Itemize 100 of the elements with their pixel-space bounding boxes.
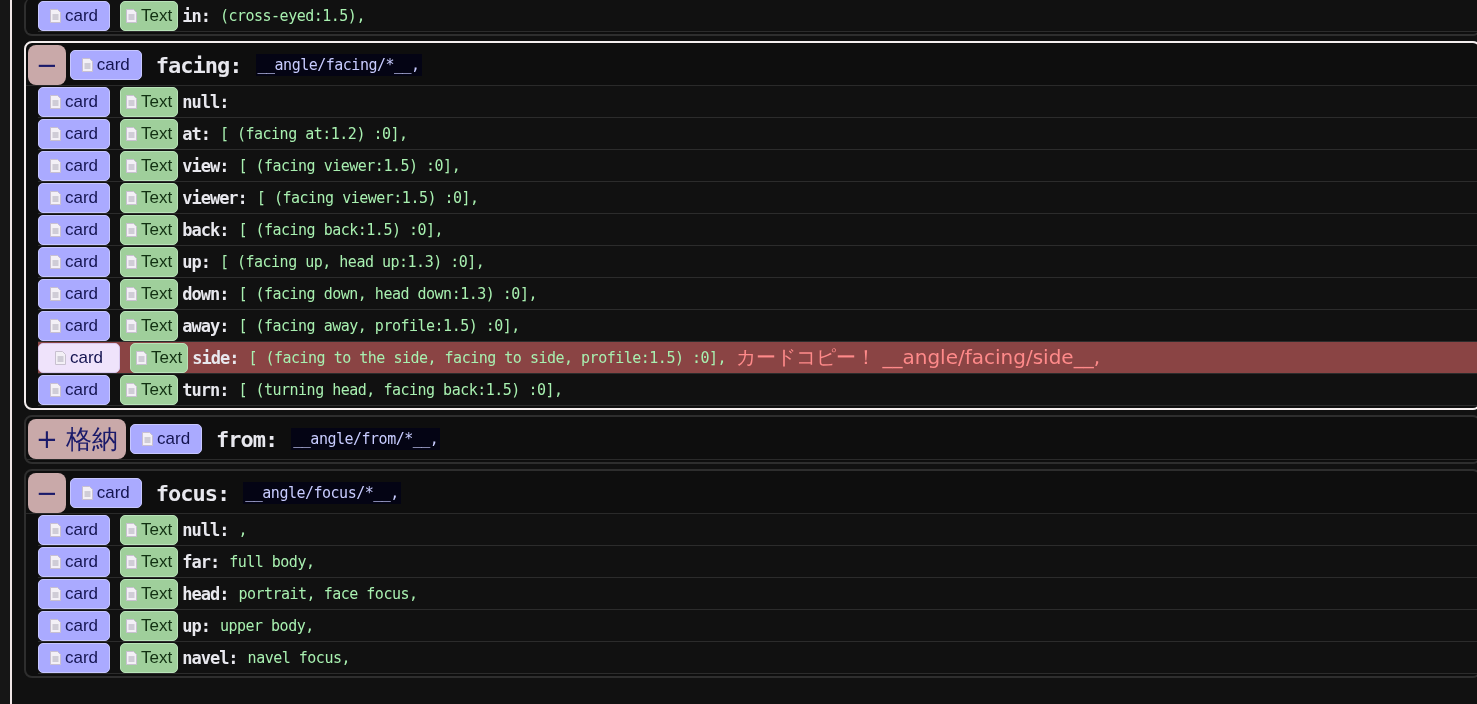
entry-value: [ (facing to the side, facing to side, profile:1.5) :0], — [248, 348, 727, 367]
text-button[interactable]: Text — [120, 578, 179, 609]
card-button[interactable]: card — [38, 578, 110, 609]
document-icon — [54, 350, 66, 365]
card-button[interactable]: card — [38, 546, 110, 577]
document-icon — [49, 382, 61, 397]
toggle-button[interactable]: − — [28, 45, 66, 85]
document-icon — [49, 522, 61, 537]
entry-key: turn: — [182, 379, 229, 400]
document-icon — [49, 158, 61, 173]
card-button[interactable]: card — [38, 374, 110, 405]
entry-value: [ (facing viewer:1.5) :0], — [256, 188, 479, 207]
document-icon — [49, 618, 61, 633]
text-button[interactable]: Text — [120, 118, 179, 149]
document-icon — [126, 554, 137, 569]
document-icon — [126, 158, 137, 173]
card-button[interactable]: card — [38, 118, 110, 149]
entry-value: navel focus, — [247, 648, 350, 667]
card-button[interactable]: card — [130, 424, 203, 454]
entry-value: upper body, — [219, 616, 314, 635]
text-button[interactable]: Text — [120, 86, 179, 117]
text-button[interactable]: Text — [120, 514, 179, 545]
entry-key: null: — [182, 519, 229, 540]
group-path: __angle/facing/*__, — [255, 54, 422, 76]
entry-key: null: — [182, 91, 229, 112]
text-button[interactable]: Text — [120, 150, 179, 181]
text-button[interactable]: Text — [120, 182, 179, 213]
entry-value: [ (facing at:1.2) :0], — [219, 124, 408, 143]
toggle-button[interactable]: + 格納 — [28, 419, 127, 459]
card-button[interactable]: card — [38, 182, 110, 213]
entry-value: [ (facing away, profile:1.5) :0], — [238, 316, 520, 335]
card-button[interactable]: card — [38, 246, 110, 277]
entry-value: (cross-eyed:1.5), — [219, 6, 365, 25]
document-icon — [126, 586, 137, 601]
document-icon — [126, 522, 137, 537]
entry-value: [ (facing up, head up:1.3) :0], — [219, 252, 485, 271]
entry-key: at: — [182, 123, 210, 144]
document-icon — [49, 126, 61, 141]
document-icon — [126, 318, 137, 333]
text-button[interactable]: Text — [120, 246, 179, 277]
text-button[interactable]: Text — [120, 310, 179, 341]
document-icon — [49, 650, 61, 665]
text-button[interactable]: Text — [120, 610, 179, 641]
entry-value: [ (facing viewer:1.5) :0], — [238, 156, 461, 175]
text-button[interactable]: Text — [120, 214, 179, 245]
card-button[interactable]: card — [38, 214, 110, 245]
document-icon — [136, 350, 147, 365]
card-button[interactable]: card — [69, 50, 142, 80]
entry-value: [ (turning head, facing back:1.5) :0], — [238, 380, 563, 399]
entry-key: up: — [182, 251, 210, 272]
card-button[interactable]: card — [38, 0, 110, 31]
document-icon — [126, 254, 137, 269]
document-icon — [126, 286, 137, 301]
document-icon — [126, 650, 137, 665]
document-icon — [81, 486, 93, 500]
entry-value: full body, — [229, 552, 315, 571]
card-button[interactable]: card — [38, 514, 110, 545]
text-button[interactable]: Text — [120, 374, 179, 405]
document-icon — [126, 190, 137, 205]
entry-key: navel: — [182, 647, 238, 668]
entry-value: [ (facing back:1.5) :0], — [238, 220, 444, 239]
entry-key: far: — [182, 551, 220, 572]
document-icon — [126, 126, 137, 141]
card-button[interactable]: card — [38, 150, 110, 181]
group-path: __angle/focus/*__, — [243, 482, 401, 504]
card-button[interactable]: card — [38, 278, 110, 309]
card-button[interactable]: card — [38, 310, 110, 341]
copy-message: カードコピー！ __angle/facing/side__, — [736, 344, 1100, 371]
group-path: __angle/from/*__, — [291, 428, 441, 450]
entry-key: view: — [182, 155, 229, 176]
group-key: focus: — [155, 480, 230, 506]
document-icon — [49, 554, 61, 569]
document-icon — [49, 318, 61, 333]
document-icon — [49, 8, 61, 23]
card-button[interactable]: card — [38, 86, 110, 117]
text-button[interactable]: Text — [120, 278, 179, 309]
entry-key: side: — [192, 347, 239, 368]
entry-key: in: — [182, 5, 210, 26]
document-icon — [49, 94, 61, 109]
document-icon — [126, 8, 137, 23]
card-button[interactable]: card — [38, 610, 110, 641]
document-icon — [49, 586, 61, 601]
group-key: from: — [216, 426, 278, 452]
entry-value: , — [238, 520, 247, 539]
card-button[interactable]: card — [38, 642, 110, 673]
entry-key: viewer: — [182, 187, 247, 208]
text-button[interactable]: Text — [120, 642, 179, 673]
text-button[interactable]: Text — [120, 0, 179, 31]
document-icon — [142, 432, 153, 446]
entry-value: portrait, face focus, — [238, 584, 418, 603]
entry-key: back: — [182, 219, 229, 240]
card-button[interactable]: card — [69, 478, 142, 508]
toggle-button[interactable]: − — [28, 473, 66, 513]
text-button[interactable]: Text — [120, 546, 179, 577]
document-icon — [126, 94, 137, 109]
document-icon — [49, 286, 61, 301]
text-button[interactable]: Text — [130, 342, 189, 373]
document-icon — [49, 254, 61, 269]
document-icon — [49, 190, 61, 205]
card-button[interactable]: card — [38, 342, 120, 373]
